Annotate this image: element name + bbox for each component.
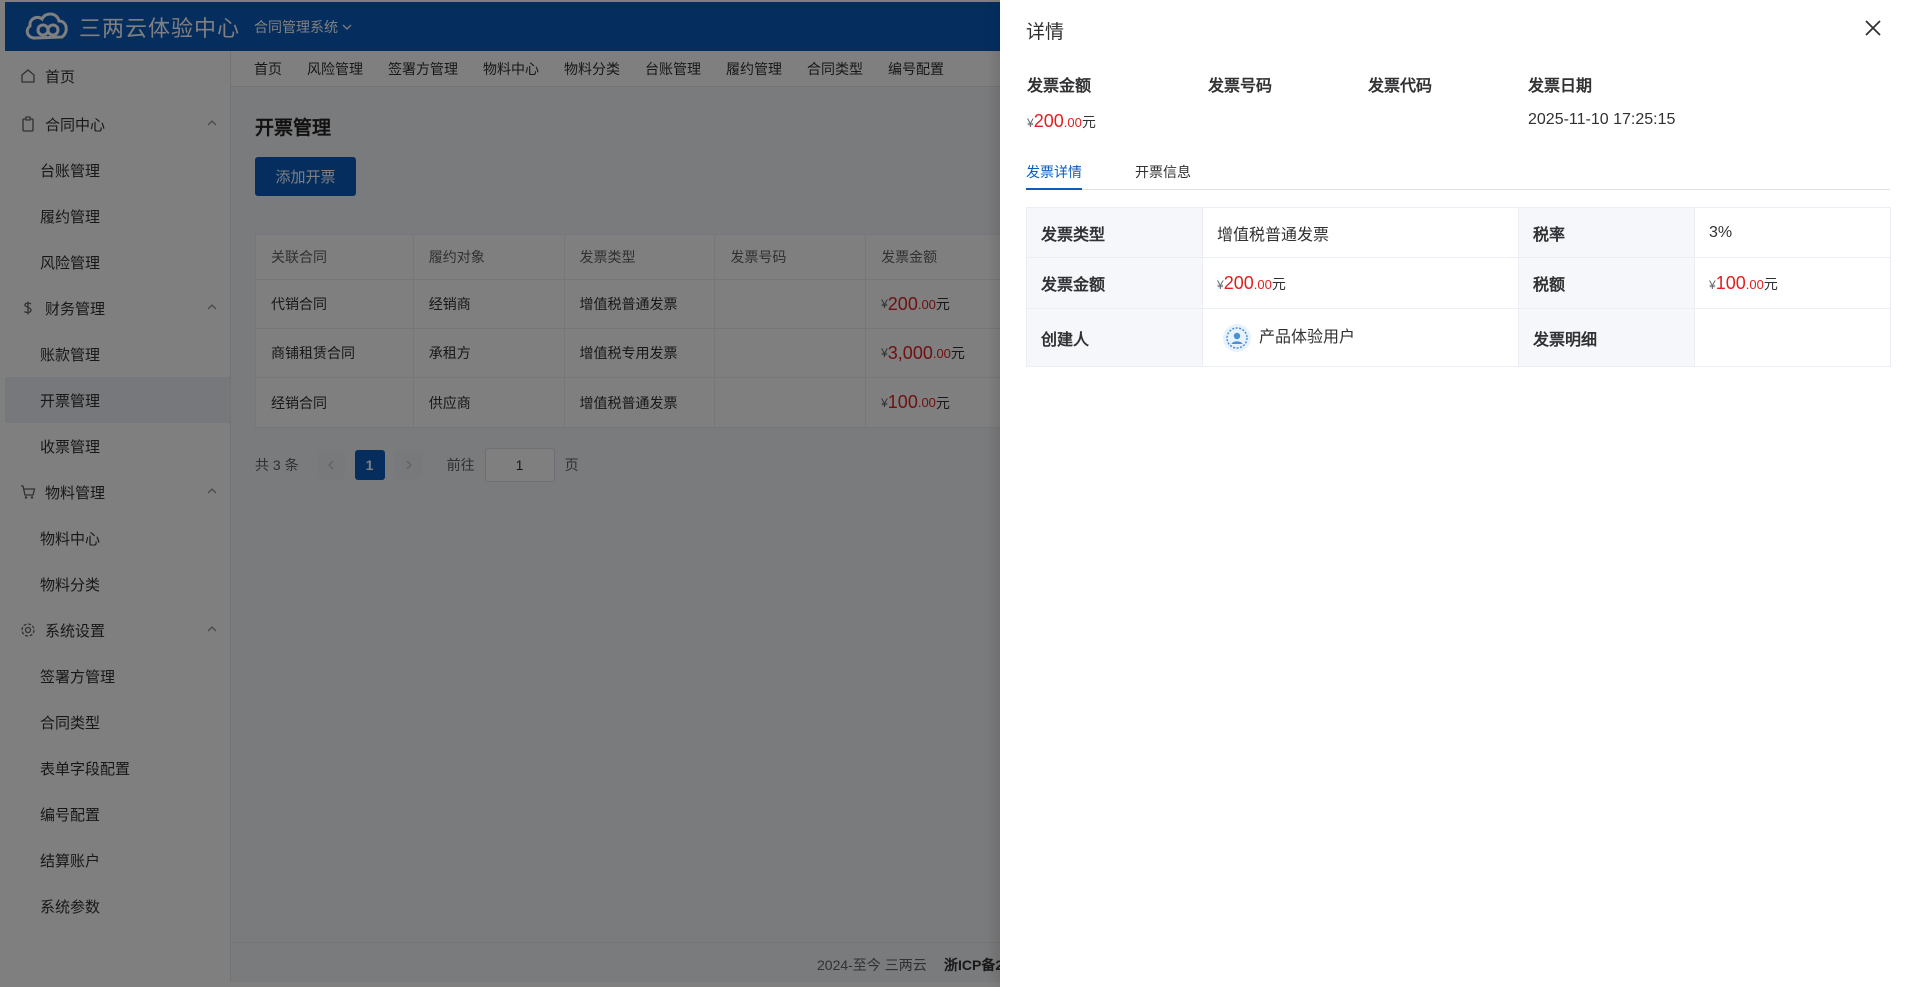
currency-symbol: ¥: [1217, 277, 1224, 292]
currency-symbol: ¥: [1709, 277, 1716, 292]
detail-row: 创建人 产品体验用户 发票明细: [1026, 308, 1891, 367]
amount-integer: 200: [1223, 272, 1254, 293]
summary-label-number: 发票号码: [1208, 78, 1273, 95]
drawer-title: 详情: [1026, 22, 1065, 43]
detail-value-tax-amount: ¥100.00元: [1694, 257, 1891, 309]
summary-label-amount: 发票金额: [1027, 78, 1092, 95]
currency-unit: 元: [1763, 275, 1778, 292]
tab-invoicing-info[interactable]: 开票信息: [1135, 162, 1191, 190]
amount-decimal: .00: [1253, 276, 1272, 292]
currency-symbol: ¥: [1027, 116, 1034, 130]
amount-integer: 100: [1715, 272, 1746, 293]
detail-label: 税率: [1518, 207, 1695, 258]
detail-label: 发票金额: [1026, 257, 1203, 309]
avatar: [1223, 323, 1251, 352]
detail-label: 创建人: [1026, 308, 1203, 367]
detail-row: 发票类型 增值税普通发票 税率 3%: [1026, 207, 1891, 258]
modal-overlay[interactable]: [0, 0, 1000, 987]
detail-value-creator: 产品体验用户: [1202, 308, 1519, 367]
summary-label-code: 发票代码: [1368, 78, 1433, 95]
detail-value: [1694, 308, 1891, 367]
amount-decimal: .00: [1063, 115, 1082, 130]
detail-label: 发票明细: [1518, 308, 1695, 367]
detail-drawer: 详情 发票金额 发票号码 发票代码 发票日期 ¥200.00元 2025-11-…: [1000, 0, 1919, 987]
amount-integer: 200: [1033, 111, 1064, 131]
currency-unit: 元: [1271, 275, 1286, 292]
currency-unit: 元: [1081, 114, 1096, 130]
detail-label: 税额: [1518, 257, 1695, 309]
close-icon[interactable]: [1861, 16, 1885, 40]
drawer-tabs: 发票详情 开票信息: [1026, 160, 1890, 190]
summary-date: 2025-11-10 17:25:15: [1528, 111, 1676, 128]
detail-value-amount: ¥200.00元: [1202, 257, 1519, 309]
summary-amount: ¥200.00元: [1027, 111, 1096, 132]
creator-name: 产品体验用户: [1259, 329, 1356, 347]
detail-label: 发票类型: [1026, 207, 1203, 258]
tab-invoice-details[interactable]: 发票详情: [1026, 162, 1082, 190]
detail-row: 发票金额 ¥200.00元 税额 ¥100.00元: [1026, 257, 1891, 309]
amount-decimal: .00: [1745, 276, 1764, 292]
user-avatar-icon: [1226, 327, 1248, 349]
summary-label-date: 发票日期: [1528, 78, 1593, 95]
detail-value: 3%: [1694, 207, 1891, 258]
invoice-detail-table: 发票类型 增值税普通发票 税率 3% 发票金额 ¥200.00元 税额 ¥100…: [1026, 207, 1891, 367]
detail-value: 增值税普通发票: [1202, 207, 1519, 258]
